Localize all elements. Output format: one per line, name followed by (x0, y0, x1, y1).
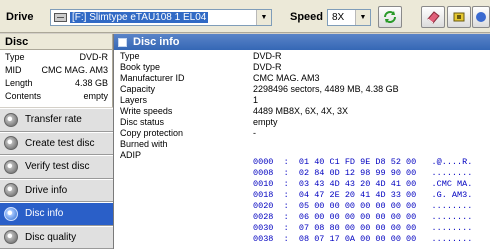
sidebar-item-transfer-rate[interactable]: Transfer rate (0, 108, 113, 132)
chevron-down-icon[interactable]: ▼ (256, 10, 271, 25)
refresh-icon (384, 11, 396, 23)
info-key: Disc status (120, 117, 165, 127)
disc-panel-title: Disc (0, 34, 112, 50)
hex-row: 0010 : 03 43 4D 43 20 4D 41 00 .CMC MA. (253, 179, 473, 189)
hex-row: 0000 : 01 40 C1 FD 9E D8 52 00 .@....R. (253, 157, 473, 167)
disc-value: CMC MAG. AM3 (41, 65, 108, 75)
info-key: Copy protection (120, 128, 184, 138)
disc-value: DVD-R (79, 52, 109, 62)
disc-icon (4, 159, 18, 174)
disc-icon (4, 206, 18, 221)
disc-row: Length 4.38 GB (0, 76, 112, 89)
sidebar-item-create-test-disc[interactable]: Create test disc (0, 131, 113, 155)
hex-row: 0030 : 07 08 80 00 00 00 00 00 ........ (253, 223, 473, 233)
disc-info-panel: Disc info Type DVD-R Book type DVD-R Manuf… (113, 34, 490, 249)
hex-row: 0028 : 06 00 00 00 00 00 00 00 ........ (253, 212, 473, 222)
disc-row: Contents empty (0, 89, 112, 102)
info-row: Book type DVD-R (114, 62, 490, 73)
disc-icon (4, 230, 18, 245)
toolbar: Drive [F:] Slimtype eTAU108 1 EL04 ▼ Spe… (0, 0, 490, 33)
disc-summary-panel: Disc Type DVD-R MID CMC MAG. AM3 Length 4.3… (0, 34, 113, 107)
drive-icon (54, 13, 67, 22)
info-key: Book type (120, 62, 161, 72)
disc-info-title: Disc info (133, 36, 180, 48)
disc-icon (4, 183, 18, 198)
eraser-icon (427, 11, 440, 24)
info-value: DVD-R (253, 62, 282, 72)
erase-button[interactable] (421, 6, 445, 28)
hex-row: 0008 : 02 84 0D 12 98 99 90 00 ........ (253, 168, 473, 178)
refresh-button[interactable] (378, 6, 402, 28)
disc-value: empty (83, 91, 108, 101)
info-value: empty (253, 117, 278, 127)
disc-key: Length (5, 78, 33, 88)
sidebar-item-label: Create test disc (25, 137, 95, 149)
info-key: Burned with (120, 139, 168, 149)
sidebar-item-label: Verify test disc (25, 161, 90, 173)
info-value: - (253, 128, 256, 138)
sidebar-item-label: Disc quality (25, 231, 77, 243)
info-row: Capacity 2298496 sectors, 4489 MB, 4.38 G… (114, 84, 490, 95)
sidebar-item-disc-quality[interactable]: Disc quality (0, 225, 113, 249)
disc-key: Contents (5, 91, 42, 101)
sidebar-item-drive-info[interactable]: Drive info (0, 178, 113, 202)
drive-select[interactable]: [F:] Slimtype eTAU108 1 EL04 ▼ (50, 9, 272, 26)
disc-info-table: Type DVD-R Book type DVD-R Manufacturer ID… (114, 51, 490, 161)
sidebar-item-label: Drive info (25, 184, 68, 196)
help-icon (476, 12, 486, 22)
info-row: Burned with (114, 139, 490, 150)
info-key: Layers (120, 95, 148, 105)
speed-select-value: 8X (332, 12, 345, 23)
disc-row: Type DVD-R (0, 50, 112, 63)
disc-icon (4, 112, 18, 127)
info-value: 1 (253, 95, 259, 105)
panel-icon (118, 37, 127, 47)
adip-hex-dump: 0000 : 01 40 C1 FD 9E D8 52 00 .@....R. … (253, 157, 472, 245)
chip-icon (453, 12, 465, 22)
info-key: Capacity (120, 84, 156, 94)
info-row: Disc status empty (114, 117, 490, 128)
info-value: 2298496 sectors, 4489 MB, 4.38 GB (253, 84, 399, 94)
info-key: Write speeds (120, 106, 173, 116)
info-row: Type DVD-R (114, 51, 490, 62)
sidebar-item-label: Disc info (25, 208, 64, 220)
drive-select-value: [F:] Slimtype eTAU108 1 EL04 (70, 12, 209, 23)
info-value: CMC MAG. AM3 (253, 73, 320, 83)
drive-label: Drive (6, 11, 34, 23)
sidebar-item-disc-info[interactable]: Disc info (0, 202, 113, 226)
hex-row: 0038 : 08 07 17 0A 00 00 00 00 ........ (253, 234, 473, 244)
info-key: Type (120, 51, 140, 61)
disc-row: MID CMC MAG. AM3 (0, 63, 112, 76)
disc-value: 4.38 GB (74, 78, 108, 88)
info-row: Write speeds 4489 MB8X, 6X, 4X, 3X (114, 106, 490, 117)
help-button[interactable] (472, 6, 490, 28)
disc-icon (4, 136, 18, 151)
disc-key: MID (5, 65, 22, 75)
info-row: Layers 1 (114, 95, 490, 106)
drive-settings-button[interactable] (447, 6, 471, 28)
chevron-down-icon[interactable]: ▼ (355, 10, 370, 25)
sidebar-nav: Transfer rate Create test disc Verify te… (0, 108, 113, 249)
info-key: Manufacturer ID (120, 73, 185, 83)
info-value: 4489 MB8X, 6X, 4X, 3X (253, 106, 349, 116)
info-value: DVD-R (253, 51, 282, 61)
disc-key: Type (5, 52, 25, 62)
info-row: Manufacturer ID CMC MAG. AM3 (114, 73, 490, 84)
speed-label: Speed (290, 11, 324, 23)
hex-row: 0018 : 04 47 2E 20 41 4D 33 00 .G. AM3. (253, 190, 473, 200)
disc-info-header: Disc info (114, 34, 490, 50)
hex-row: 0020 : 05 00 00 00 00 00 00 00 ........ (253, 201, 473, 211)
sidebar-item-verify-test-disc[interactable]: Verify test disc (0, 155, 113, 179)
info-key: ADIP (120, 150, 142, 160)
info-row: Copy protection - (114, 128, 490, 139)
sidebar-item-label: Transfer rate (25, 114, 82, 126)
speed-select[interactable]: 8X ▼ (327, 9, 371, 26)
